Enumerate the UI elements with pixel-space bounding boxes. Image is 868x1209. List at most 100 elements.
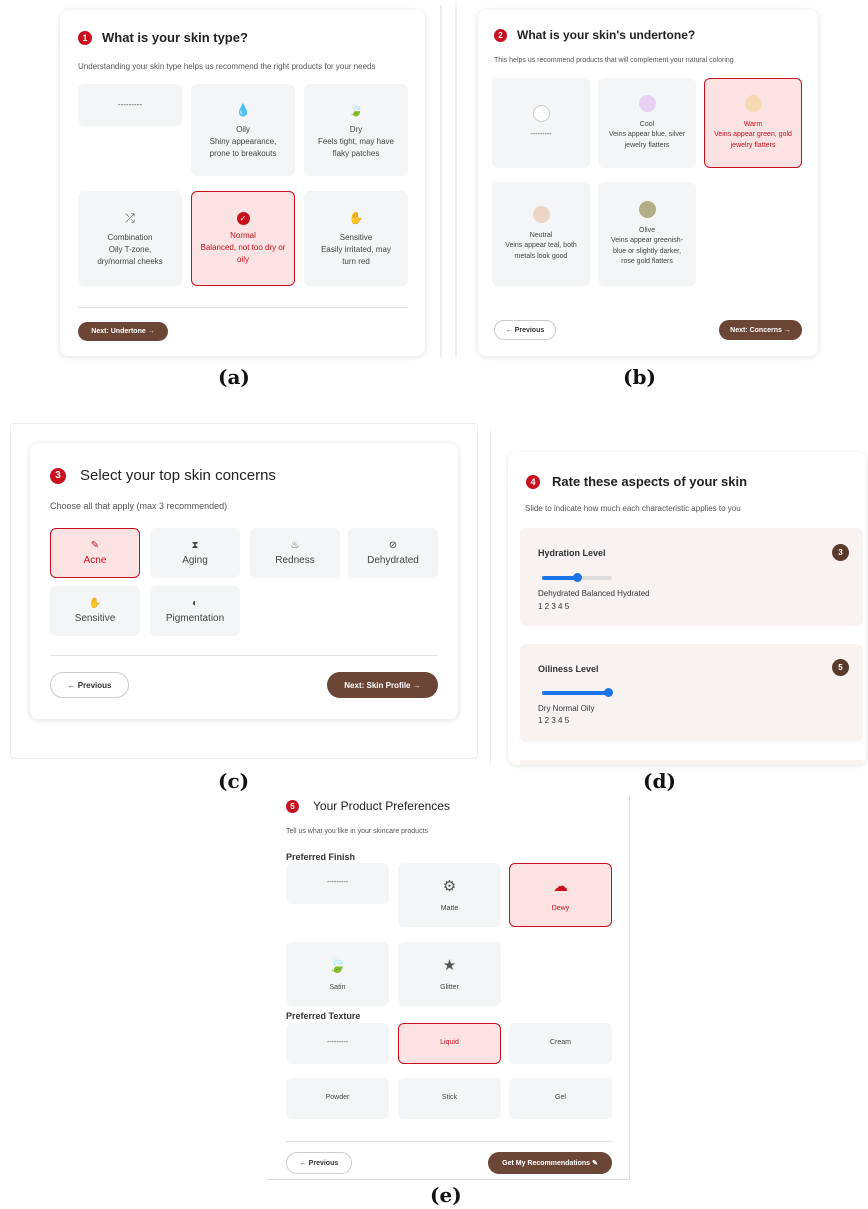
water-drop-icon: 💧: [235, 102, 251, 117]
panel-subtitle: Tell us what you like in your skincare p…: [286, 828, 429, 835]
option-label: Powder: [325, 1094, 350, 1102]
option-label: Gel: [555, 1094, 566, 1102]
option-desc: Veins appear teal, both metals look good: [505, 242, 577, 260]
option-texture-0[interactable]: ---------: [286, 1023, 389, 1064]
caption-e: (e): [430, 1183, 462, 1207]
option-concern-sensitive[interactable]: ✋ Sensitive: [50, 586, 140, 636]
option-desc: Oily T-zone, dry/normal cheeks: [97, 245, 163, 266]
slider-label: Hydration Level: [538, 548, 606, 558]
title-text: Select your top skin concerns: [80, 467, 276, 484]
panel-title: 1 What is your skin type?: [78, 30, 248, 45]
option-texture-gel[interactable]: Gel: [509, 1078, 612, 1119]
next-concerns-button[interactable]: Next: Concerns →: [719, 320, 802, 340]
option-label: Redness: [275, 555, 315, 566]
option-label: ---------: [327, 1039, 348, 1047]
option-concern-pigmentation[interactable]: ◐ Pigmentation: [150, 586, 240, 636]
option-finish-satin[interactable]: 🍃 Satin: [286, 942, 389, 1006]
cloud-icon: ☁: [553, 877, 568, 895]
slider-value-badge: 5: [832, 659, 849, 676]
option-undertone-olive[interactable]: Olive Veins appear greenish-blue or slig…: [598, 182, 696, 286]
panel-skin-type: 1 What is your skin type? Understanding …: [60, 10, 425, 356]
panel-concerns: 3 Select your top skin concerns Choose a…: [30, 443, 458, 719]
step-number: 5: [286, 799, 299, 813]
option-skin-type-0[interactable]: ---------: [78, 84, 182, 126]
panel-rate-skin: 4 Rate these aspects of your skin Slide …: [508, 452, 866, 765]
panel-subtitle: Understanding your skin type helps us re…: [78, 62, 376, 71]
slider-label: Oiliness Level: [538, 664, 599, 674]
slider-numbers: 1 2 3 4 5: [538, 602, 570, 611]
color-swatch: [744, 94, 762, 112]
option-skin-type-normal[interactable]: ✓ Normal Balanced, not too dry or oily: [191, 191, 295, 286]
option-label: Pigmentation: [165, 613, 225, 624]
option-undertone-0[interactable]: ---------: [492, 78, 590, 168]
leaf-icon: 🍃: [348, 102, 364, 117]
option-skin-type-combination[interactable]: ⤮ Combination Oily T-zone, dry/normal ch…: [78, 191, 182, 286]
option-label: Dewy: [551, 905, 570, 912]
previous-button[interactable]: ← Previous: [494, 320, 556, 340]
option-title: Warm: [743, 120, 763, 128]
slider-numbers: 1 2 3 4 5: [538, 716, 570, 725]
half-circle-icon: ◐: [191, 598, 199, 609]
option-skin-type-oily[interactable]: 💧 Oily Shiny appearance, prone to breako…: [191, 84, 295, 176]
hydration-slider[interactable]: [542, 573, 612, 582]
hand-icon: ✋: [348, 211, 364, 225]
option-label: Satin: [329, 984, 346, 991]
title-text: What is your skin type?: [102, 30, 248, 45]
option-label: Aging: [182, 555, 208, 566]
slider-fill: [542, 691, 608, 695]
finish-heading: Preferred Finish: [286, 852, 356, 862]
option-finish-glitter[interactable]: ★ Glitter: [398, 942, 501, 1006]
slider-thumb[interactable]: [604, 688, 613, 697]
oiliness-slider[interactable]: [542, 688, 613, 697]
option-texture-liquid[interactable]: Liquid: [398, 1023, 501, 1064]
option-label: Dehydrated: [367, 555, 419, 566]
hourglass-icon: ⧗: [191, 540, 199, 551]
option-title: Oily: [236, 124, 250, 134]
previous-button[interactable]: ← Previous: [286, 1152, 352, 1174]
divider: [50, 655, 438, 656]
color-swatch: [532, 105, 550, 123]
panel-subtitle: Choose all that apply (max 3 recommended…: [50, 501, 228, 511]
hand-icon: ✋: [88, 598, 102, 609]
leaf-icon: 🍃: [328, 956, 347, 974]
option-skin-type-sensitive[interactable]: ✋ Sensitive Easily irritated, may turn r…: [304, 191, 408, 286]
option-concern-dehydrated[interactable]: ⊘ Dehydrated: [348, 528, 438, 578]
previous-button[interactable]: ← Previous: [50, 672, 129, 698]
option-label: Acne: [83, 555, 107, 566]
option-concern-acne[interactable]: ✎ Acne: [50, 528, 140, 578]
divider: [440, 5, 442, 357]
slider-scale-text: Dehydrated Balanced Hydrated: [538, 589, 650, 598]
option-desc: Veins appear greenish-blue or slightly d…: [611, 237, 683, 265]
option-undertone-warm[interactable]: Warm Veins appear green, gold jewelry fl…: [704, 78, 802, 168]
option-title: Olive: [639, 226, 655, 234]
option-texture-cream[interactable]: Cream: [509, 1023, 612, 1064]
option-undertone-cool[interactable]: Cool Veins appear blue, silver jewelry f…: [598, 78, 696, 168]
option-finish-0[interactable]: ---------: [286, 863, 389, 904]
option-title: Dry: [349, 124, 363, 134]
panel-preferences: 5 Your Product Preferences Tell us what …: [266, 795, 630, 1180]
slider-value-badge: 3: [832, 544, 849, 561]
slider-card-hydration: Hydration Level 3 Dehydrated Balanced Hy…: [520, 528, 863, 626]
option-finish-matte[interactable]: ⚙ Matte: [398, 863, 501, 927]
option-desc: Easily irritated, may turn red: [321, 245, 391, 266]
option-concern-aging[interactable]: ⧗ Aging: [150, 528, 240, 578]
get-recommendations-button[interactable]: Get My Recommendations ✎: [488, 1152, 612, 1174]
option-label: Liquid: [440, 1039, 459, 1047]
caption-d: (d): [643, 769, 676, 793]
slider-thumb[interactable]: [573, 573, 582, 582]
option-texture-powder[interactable]: Powder: [286, 1078, 389, 1119]
option-skin-type-dry[interactable]: 🍃 Dry Feels tight, may have flaky patche…: [304, 84, 408, 176]
option-texture-stick[interactable]: Stick: [398, 1078, 501, 1119]
option-finish-dewy[interactable]: ☁ Dewy: [509, 863, 612, 927]
option-title: ---------: [118, 100, 142, 109]
fire-icon: ♨: [290, 540, 300, 551]
option-concern-redness[interactable]: ♨ Redness: [250, 528, 340, 578]
panel-subtitle: Slide to indicate how much each characte…: [525, 504, 741, 513]
option-desc: Veins appear blue, silver jewelry flatte…: [608, 131, 686, 149]
option-title: Sensitive: [339, 233, 373, 242]
panel-title: 4 Rate these aspects of your skin: [526, 474, 747, 489]
option-undertone-neutral[interactable]: Neutral Veins appear teal, both metals l…: [492, 182, 590, 286]
star-icon: ★: [442, 956, 457, 974]
next-skin-profile-button[interactable]: Next: Skin Profile →: [327, 672, 438, 698]
next-undertone-button[interactable]: Next: Undertone →: [78, 322, 168, 341]
